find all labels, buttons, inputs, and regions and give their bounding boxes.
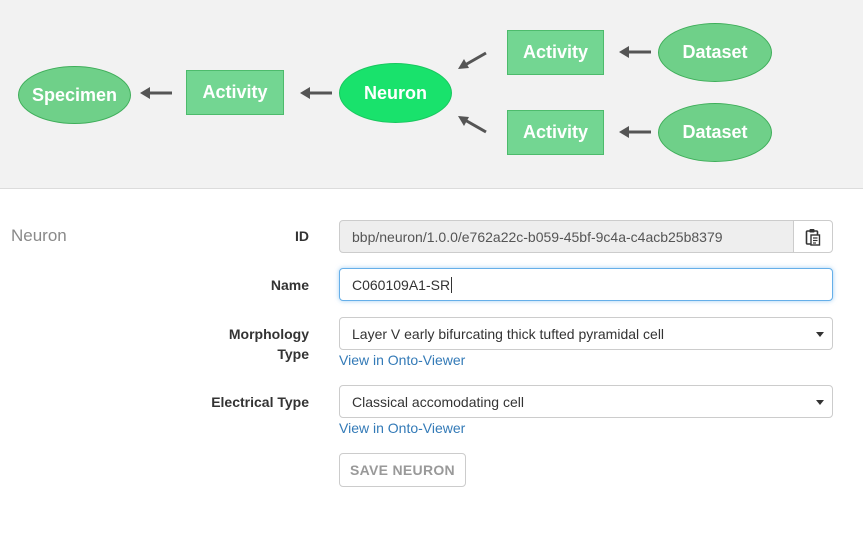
dataset-bottom-node-label: Dataset (682, 122, 748, 142)
morphology-type-select[interactable]: Layer V early bifurcating thick tufted p… (339, 317, 833, 350)
caret-down-icon (816, 331, 824, 337)
electrical-type-select[interactable]: Classical accomodating cell (339, 385, 833, 418)
section-title: Neuron (11, 226, 67, 245)
neuron-node-label: Neuron (364, 82, 427, 103)
clipboard-icon (805, 228, 821, 246)
arrow-down-left-icon (458, 116, 487, 134)
copy-button[interactable] (793, 220, 833, 253)
specimen-node-label: Specimen (31, 84, 118, 105)
activity-top-node-label: Activity (522, 42, 589, 62)
arrow-up-left-icon (458, 51, 487, 69)
name-label: Name (270, 277, 309, 293)
text-cursor (451, 276, 453, 293)
dataset-top-node-label: Dataset (682, 42, 748, 62)
activity-top-node[interactable]: Activity (507, 30, 604, 75)
morphology-label-line2: Type (277, 346, 309, 362)
electrical-type-label: Electrical Type (211, 394, 309, 410)
activity-bottom-node[interactable]: Activity (507, 110, 604, 155)
arrow-left-icon (140, 87, 172, 99)
save-neuron-button[interactable]: SAVE NEURON (339, 453, 466, 487)
morphology-label: Morphology Type (109, 324, 309, 364)
arrow-left-icon (619, 126, 651, 138)
id-field[interactable]: bbp/neuron/1.0.0/e762a22c-b059-45bf-9c4a… (339, 220, 794, 253)
electrical-onto-viewer-link[interactable]: View in Onto-Viewer (339, 420, 465, 436)
provenance-diagram: Specimen Activity Neuron Activity Datase… (0, 0, 863, 189)
morphology-value: Layer V early bifurcating thick tufted p… (352, 325, 665, 342)
id-value: bbp/neuron/1.0.0/e762a22c-b059-45bf-9c4a… (352, 228, 723, 245)
caret-down-icon (816, 399, 824, 405)
id-label: ID (295, 228, 309, 244)
arrow-left-icon (619, 46, 651, 58)
activity-bottom-node-label: Activity (522, 122, 589, 142)
arrow-left-icon (300, 87, 332, 99)
neuron-node[interactable]: Neuron (339, 63, 452, 123)
name-value: C060109A1-SR (352, 276, 451, 293)
specimen-node[interactable]: Specimen (18, 66, 131, 124)
name-input[interactable]: C060109A1-SR (339, 268, 833, 301)
morphology-onto-viewer-link[interactable]: View in Onto-Viewer (339, 352, 465, 368)
morphology-label-line1: Morphology (228, 326, 309, 342)
activity-left-node[interactable]: Activity (186, 70, 284, 115)
dataset-top-node[interactable]: Dataset (658, 23, 772, 82)
electrical-value: Classical accomodating cell (352, 393, 524, 410)
activity-left-node-label: Activity (202, 82, 268, 102)
dataset-bottom-node[interactable]: Dataset (658, 103, 772, 162)
